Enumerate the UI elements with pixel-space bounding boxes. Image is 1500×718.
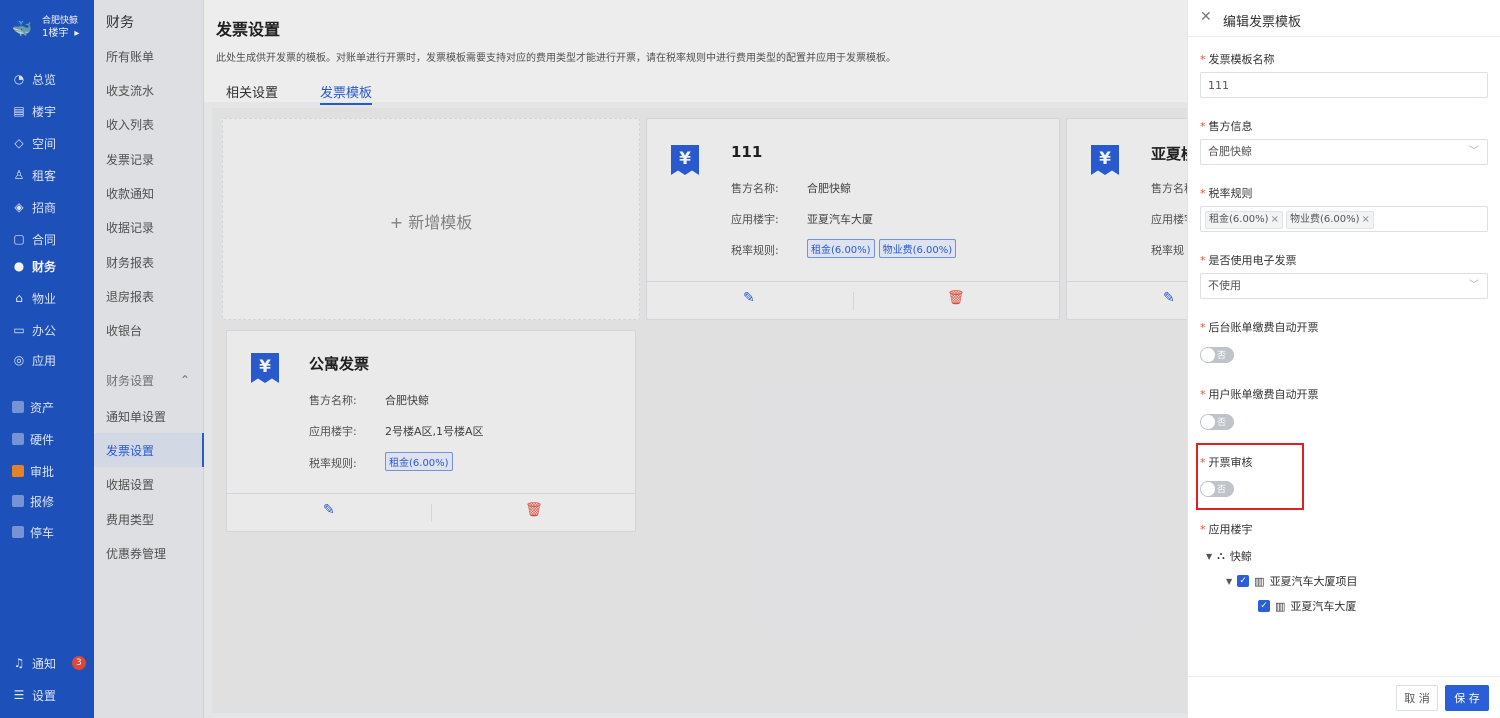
checkbox-checked-icon[interactable]: ✓ (1237, 575, 1250, 587)
tree-node-root[interactable]: ▼ ⛬ 快鲸 (1206, 548, 1252, 564)
drawer-header: ✕ 编辑发票模板 (1188, 0, 1500, 37)
edit-template-drawer: ✕ 编辑发票模板 *发票模板名称 *售方信息 合肥快鲸﹀ *税率规则 租金(6.… (1187, 0, 1500, 718)
template-name-label: * 发票模板名称 (1200, 53, 1275, 66)
building-icon: ▥ (1254, 574, 1265, 588)
tax-chip: 物业费(6.00%) × (1285, 211, 1374, 229)
org-tree-icon: ⛬ (1217, 549, 1225, 562)
caret-down-icon[interactable]: ▼ (1226, 577, 1232, 586)
template-name-input[interactable] (1200, 72, 1488, 98)
checkbox-checked-icon[interactable]: ✓ (1258, 600, 1270, 612)
close-icon[interactable]: ✕ (1200, 9, 1212, 25)
auto-invoice-user-label: * 用户账单缴费自动开票 (1200, 388, 1319, 401)
building-icon: ▥ (1275, 599, 1286, 613)
caret-down-icon[interactable]: ▼ (1206, 552, 1212, 561)
tax-chip: 租金(6.00%) × (1205, 211, 1283, 229)
einvoice-label: * 是否使用电子发票 (1200, 254, 1297, 267)
tree-node-building[interactable]: ✓ ▥ 亚夏汽车大厦 (1258, 598, 1356, 614)
chevron-down-icon: ﹀ (1469, 146, 1479, 157)
save-button[interactable]: 保 存 (1445, 685, 1489, 711)
highlight-box (1196, 443, 1304, 510)
chevron-down-icon: ﹀ (1469, 280, 1479, 291)
auto-invoice-user-toggle[interactable]: 否 (1200, 414, 1234, 430)
auto-invoice-back-label: * 后台账单缴费自动开票 (1200, 321, 1319, 334)
tree-node-project[interactable]: ▼ ✓ ▥ 亚夏汽车大厦项目 (1226, 573, 1358, 589)
tax-rule-label: * 税率规则 (1200, 187, 1253, 200)
drawer-footer: 取 消 保 存 (1188, 676, 1500, 718)
remove-chip-icon[interactable]: × (1271, 214, 1279, 225)
cancel-button[interactable]: 取 消 (1396, 685, 1438, 711)
auto-invoice-back-toggle[interactable]: 否 (1200, 347, 1234, 363)
einvoice-select[interactable]: 不使用 ﹀ (1200, 273, 1488, 299)
remove-chip-icon[interactable]: × (1362, 214, 1370, 225)
apply-buildings-label: * 应用楼宇 (1200, 523, 1253, 536)
drawer-title: 编辑发票模板 (1223, 15, 1302, 30)
seller-info-label: * 售方信息 (1200, 120, 1253, 133)
seller-select[interactable]: 合肥快鲸 ﹀ (1200, 139, 1488, 165)
tax-rule-select[interactable]: 租金(6.00%) × 物业费(6.00%) × (1200, 206, 1488, 232)
drawer-mask[interactable] (0, 0, 1187, 718)
